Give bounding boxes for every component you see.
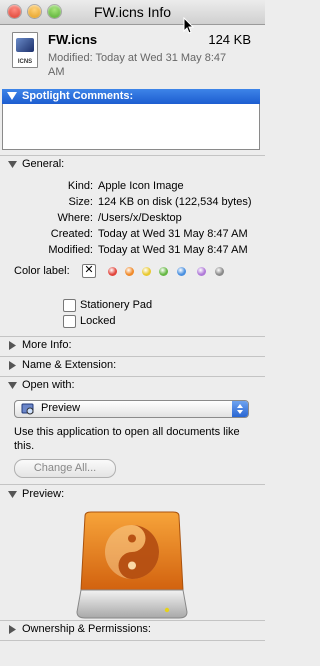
size-key: Size: <box>68 196 93 208</box>
where-key: Where: <box>57 212 93 224</box>
color-swatch-green[interactable] <box>159 267 168 276</box>
disclosure-open-icon <box>7 92 17 100</box>
disclosure-closed-icon[interactable] <box>9 361 17 370</box>
preview-section-label: Preview: <box>22 488 65 500</box>
created-key: Created: <box>50 228 93 240</box>
general-section-label: General: <box>22 158 65 170</box>
disclosure-open-icon[interactable] <box>8 491 17 499</box>
color-swatch-yellow[interactable] <box>142 267 151 276</box>
selected-app-name: Preview <box>41 402 81 414</box>
color-swatch-red[interactable] <box>108 267 117 276</box>
stationery-pad-label: Stationery Pad <box>80 299 153 311</box>
file-header: ICNS FW.icns 124 KB Modified: Today at W… <box>0 25 265 83</box>
divider <box>0 155 265 156</box>
divider <box>0 336 265 337</box>
file-name: FW.icns <box>48 32 98 47</box>
preview-app-icon <box>21 403 34 415</box>
hard-drive-yin-yang-icon <box>76 511 188 619</box>
stationery-pad-checkbox[interactable] <box>63 299 76 312</box>
no-label-swatch[interactable]: ✕ <box>82 264 96 278</box>
change-all-button[interactable]: Change All... <box>14 459 116 478</box>
file-size: 124 KB <box>208 32 251 47</box>
ownership-permissions-section-label[interactable]: Ownership & Permissions: <box>22 623 151 635</box>
modified-date: Modified: Today at Wed 31 May 8:47 AM <box>48 52 227 78</box>
color-label-key: Color label: <box>14 265 70 277</box>
icns-file-icon: ICNS <box>12 32 38 68</box>
file-icon-label: ICNS <box>17 59 33 65</box>
color-swatch-purple[interactable] <box>197 267 206 276</box>
kind-key: Kind: <box>67 180 93 192</box>
open-with-section-label: Open with: <box>22 379 75 391</box>
where-value: /Users/x/Desktop <box>98 212 182 224</box>
disclosure-closed-icon[interactable] <box>9 341 17 350</box>
disclosure-open-icon[interactable] <box>8 382 17 390</box>
color-swatch-blue[interactable] <box>177 267 186 276</box>
created-value: Today at Wed 31 May 8:47 AM <box>98 228 248 240</box>
divider <box>0 484 265 485</box>
divider <box>0 620 265 621</box>
locked-label: Locked <box>80 315 116 327</box>
color-swatch-gray[interactable] <box>215 267 224 276</box>
modified-key: Modified: <box>48 244 93 256</box>
spotlight-comments-field[interactable] <box>2 104 260 150</box>
color-swatch-orange[interactable] <box>125 267 134 276</box>
size-value: 124 KB on disk (122,534 bytes) <box>98 196 252 208</box>
popup-arrows-icon <box>232 401 248 417</box>
divider <box>0 356 265 357</box>
title-bar: FW.icns Info <box>0 0 265 25</box>
divider <box>0 640 265 641</box>
more-info-section-label[interactable]: More Info: <box>22 339 72 351</box>
locked-checkbox[interactable] <box>63 315 76 328</box>
open-with-description: Use this application to open all documen… <box>14 426 240 452</box>
window-title: FW.icns Info <box>93 4 172 20</box>
open-with-popup[interactable]: Preview <box>14 400 249 418</box>
kind-value: Apple Icon Image <box>98 180 184 192</box>
divider <box>0 376 265 377</box>
spotlight-comments-header[interactable]: Spotlight Comments: <box>2 89 260 104</box>
spotlight-comments-label: Spotlight Comments: <box>22 90 134 102</box>
modified-value: Today at Wed 31 May 8:47 AM <box>98 244 248 256</box>
disclosure-closed-icon[interactable] <box>9 625 17 634</box>
disclosure-open-icon[interactable] <box>8 161 17 169</box>
name-extension-section-label[interactable]: Name & Extension: <box>22 359 116 371</box>
